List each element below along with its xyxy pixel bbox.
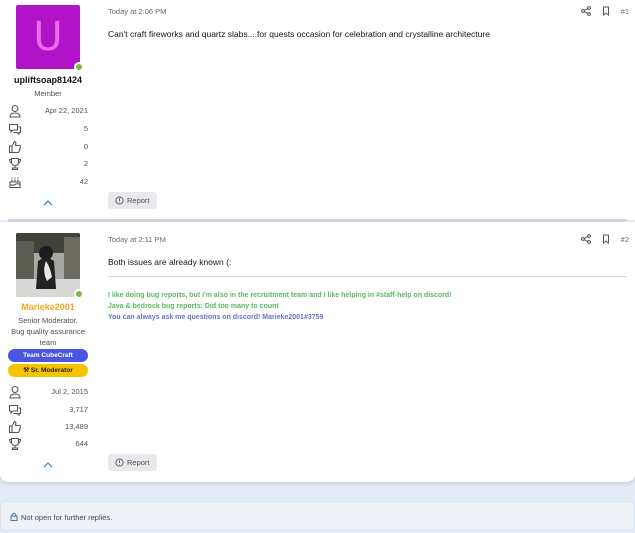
post-2: Marieke2001 Senior Moderator, Bug qualit…: [0, 222, 635, 482]
stat-points: 2: [8, 157, 88, 171]
stat-messages: 3,717: [8, 403, 88, 417]
signature-divider: [108, 276, 627, 277]
messages-icon: [8, 123, 22, 136]
thumbs-up-icon: [8, 420, 21, 434]
locked-notice-text: Not open for further replies.: [21, 513, 113, 522]
post-date[interactable]: Today at 2:06 PM: [108, 7, 166, 16]
post-actions: #1: [580, 6, 629, 16]
user-title: Member: [34, 89, 62, 98]
thread-locked-notice: Not open for further replies.: [0, 501, 635, 531]
trophy-icon: [8, 437, 22, 451]
post-body: Can't craft fireworks and quartz slabs..…: [108, 29, 490, 39]
signature-line: I like doing bug reports, but i'm also i…: [108, 292, 452, 299]
username[interactable]: Marieke2001: [8, 302, 88, 312]
messages-icon: [8, 404, 22, 417]
user-title-line: team: [39, 338, 57, 347]
banner-sr-moderator: ⚒ Sr. Moderator: [8, 364, 88, 377]
stat-joined: Jul 2, 2015: [8, 385, 88, 399]
report-button[interactable]: Report: [108, 454, 157, 471]
avatar[interactable]: U: [16, 5, 80, 69]
stat-points: 644: [8, 437, 88, 451]
stat-messages: 5: [8, 122, 88, 136]
report-button[interactable]: Report: [108, 192, 157, 209]
trophy-icon: [8, 157, 22, 171]
post-body: Both issues are already known (:: [108, 257, 232, 267]
cake-icon: [9, 177, 21, 189]
stat-age: 42: [8, 175, 88, 189]
share-icon[interactable]: [580, 234, 591, 244]
user-title-line: Senior Moderator,: [18, 316, 78, 325]
chevron-up-icon[interactable]: [42, 460, 54, 470]
avatar-photo: [16, 233, 80, 297]
bookmark-icon[interactable]: [601, 234, 611, 244]
user-icon: [9, 104, 21, 118]
user-title-line: Bug quality assurance: [11, 327, 85, 336]
post-actions: #2: [580, 234, 629, 244]
share-icon[interactable]: [580, 6, 591, 16]
post-number[interactable]: #2: [621, 235, 629, 244]
signature-line: Java & bedrock bug reports: Did too many…: [108, 303, 279, 310]
banner-team-cubecraft: Team CubeCraft: [8, 349, 88, 362]
thumbs-up-icon: [8, 140, 21, 154]
post-date[interactable]: Today at 2:11 PM: [108, 235, 166, 244]
lock-icon: [10, 512, 18, 521]
bookmark-icon[interactable]: [601, 6, 611, 16]
stat-reactions: 0: [8, 140, 88, 154]
signature-line: You can always ask me questions on disco…: [108, 314, 324, 321]
chevron-up-icon[interactable]: [42, 198, 54, 208]
username[interactable]: upliftsoap81424: [8, 75, 88, 85]
online-status-indicator: [74, 289, 84, 299]
post-number[interactable]: #1: [621, 7, 629, 16]
hammer-icon: ⚒: [23, 367, 30, 374]
stat-joined: Apr 22, 2021: [8, 104, 88, 118]
stat-reactions: 13,489: [8, 420, 88, 434]
report-icon: [115, 196, 124, 205]
report-icon: [115, 458, 124, 467]
post-1: U upliftsoap81424 Member Apr 22, 2021 5 …: [0, 0, 635, 220]
avatar[interactable]: [16, 233, 80, 297]
online-status-indicator: [74, 62, 84, 72]
user-icon: [9, 385, 21, 399]
